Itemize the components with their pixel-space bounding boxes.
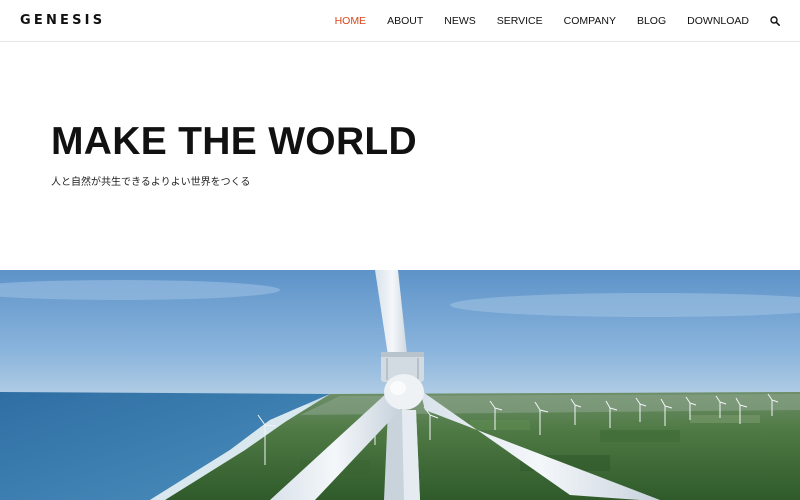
nav-item-blog[interactable]: BLOG: [637, 15, 666, 27]
main-nav: HOME ABOUT NEWS SERVICE COMPANY BLOG DOW…: [314, 0, 780, 42]
nav-item-news[interactable]: NEWS: [444, 15, 476, 27]
hero-section: MAKE THE WORLD 人と自然が共生できるよりよい世界をつくる: [51, 120, 417, 189]
nav-item-company[interactable]: COMPANY: [564, 15, 616, 27]
hero-title: MAKE THE WORLD: [51, 120, 417, 163]
search-icon[interactable]: [770, 16, 780, 26]
site-header: GENESIS HOME ABOUT NEWS SERVICE COMPANY …: [0, 0, 800, 42]
nav-item-about[interactable]: ABOUT: [387, 15, 423, 27]
hero-image-wind-turbines: [0, 270, 800, 500]
site-logo[interactable]: GENESIS: [20, 13, 105, 28]
nav-item-home[interactable]: HOME: [335, 15, 367, 27]
nav-item-download[interactable]: DOWNLOAD: [687, 15, 749, 27]
hero-subtitle: 人と自然が共生できるよりよい世界をつくる: [51, 177, 251, 188]
nav-item-service[interactable]: SERVICE: [497, 15, 543, 27]
